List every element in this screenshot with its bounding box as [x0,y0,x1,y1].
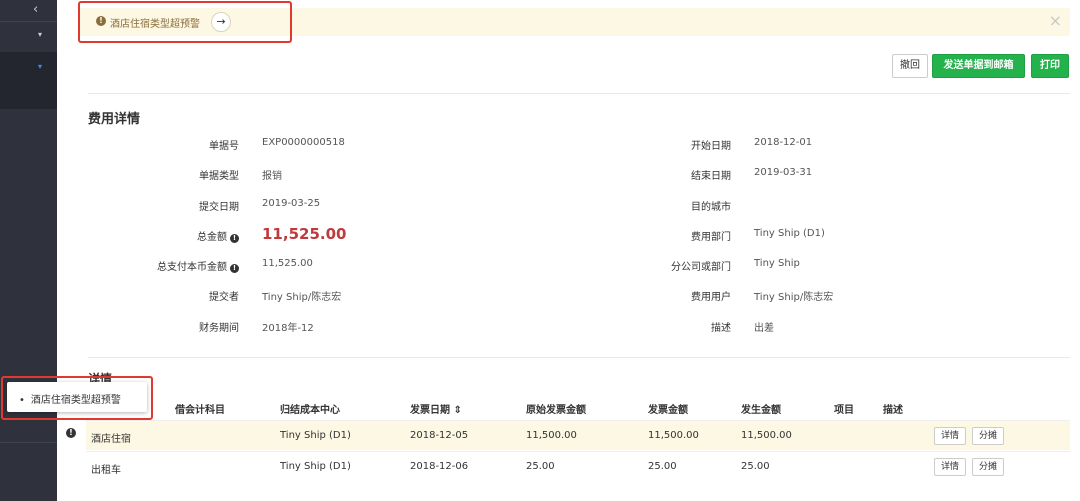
sidebar-collapse-toggle[interactable]: ‹ [0,0,57,20]
sidebar: ‹ ▾ ▾ [0,0,57,501]
close-icon[interactable]: × [1049,11,1062,30]
cell-original-amount: 25.00 [526,461,555,472]
divider [88,93,1070,94]
caret-down-icon: ▾ [38,62,43,71]
field-label-expense-user: 费用用户 [691,292,731,303]
cell-original-amount: 11,500.00 [526,430,577,441]
row-detail-button[interactable]: 详情 [934,427,966,445]
field-value-expense-dept: Tiny Ship (D1) [754,228,825,239]
cell-cost-center: Tiny Ship (D1) [280,430,351,441]
field-label-submitter: 提交者 [209,292,239,303]
field-value-total-local-amount: 11,525.00 [262,258,313,269]
column-header-account: 借会计科目 [175,405,225,416]
page-title: 费用详情 [88,112,141,127]
cell-account: 酒店住宿 [91,434,131,445]
column-header-original-amount: 原始发票金额 [526,405,586,416]
field-label-submit-date: 提交日期 [199,202,239,213]
cell-invoice-date: 2018-12-06 [410,461,469,472]
print-button[interactable]: 打印 [1031,54,1069,78]
field-label-destination-city: 目的城市 [691,202,731,213]
field-value-total-amount: 11,525.00 [262,225,347,243]
caret-down-icon: ▾ [38,30,43,39]
column-header-invoice-date[interactable]: 发票日期 ⇕ [410,401,462,416]
field-value-submit-date: 2019-03-25 [262,198,321,209]
field-value-submitter: Tiny Ship/陈志宏 [262,292,342,303]
field-value-doc-type: 报销 [262,171,282,182]
table-row: 出租车 Tiny Ship (D1) 2018-12-06 25.00 25.0… [86,451,1070,481]
warning-tooltip: 酒店住宿类型超预警 [7,382,147,412]
field-label-total-local-amount: 总支付本币金额! [157,258,239,273]
revoke-button[interactable]: 撤回 [892,54,928,78]
field-label-expense-dept: 费用部门 [691,232,731,243]
info-icon[interactable]: ! [230,264,239,273]
field-value-fiscal-period: 2018年-12 [262,323,314,334]
cell-amount: 11,500.00 [741,430,792,441]
field-value-end-date: 2019-03-31 [754,167,813,178]
field-value-start-date: 2018-12-01 [754,137,813,148]
row-split-button[interactable]: 分摊 [972,427,1004,445]
cell-invoice-amount: 25.00 [648,461,677,472]
chevron-left-icon: ‹ [33,2,39,17]
cell-invoice-amount: 11,500.00 [648,430,699,441]
send-to-email-button[interactable]: 发送单据到邮箱 [932,54,1025,78]
column-header-cost-center: 归结成本中心 [280,405,340,416]
field-label-doc-type: 单据类型 [199,171,239,182]
highlight-frame [78,1,292,43]
field-label-total-amount: 总金额! [197,228,239,243]
field-value-expense-user: Tiny Ship/陈志宏 [754,292,834,303]
field-label-branch: 分公司或部门 [671,262,731,273]
cell-invoice-date: 2018-12-05 [410,430,469,441]
field-value-branch: Tiny Ship [754,258,800,269]
field-value-doc-number: EXP0000000518 [262,137,345,148]
row-detail-button[interactable]: 详情 [934,458,966,476]
cell-cost-center: Tiny Ship (D1) [280,461,351,472]
cell-account: 出租车 [91,465,121,476]
column-header-project: 项目 [834,405,854,416]
field-label-doc-number: 单据号 [209,141,239,152]
warning-icon[interactable]: ! [66,428,76,438]
column-header-invoice-amount: 发票金额 [648,405,688,416]
column-header-description: 描述 [883,405,903,416]
field-label-fiscal-period: 财务期间 [199,323,239,334]
info-icon[interactable]: ! [230,234,239,243]
sidebar-menu-item[interactable] [0,442,57,501]
row-split-button[interactable]: 分摊 [972,458,1004,476]
sidebar-menu-item-active[interactable]: ▾ [0,52,57,109]
column-header-amount: 发生金额 [741,405,781,416]
table-row: 酒店住宿 Tiny Ship (D1) 2018-12-05 11,500.00… [86,420,1070,450]
divider [88,357,1070,358]
warning-tooltip-frame: 酒店住宿类型超预警 [1,376,153,420]
field-value-description: 出差 [754,323,774,334]
cell-amount: 25.00 [741,461,770,472]
tooltip-message: 酒店住宿类型超预警 [19,391,121,406]
field-label-start-date: 开始日期 [691,141,731,152]
field-label-description: 描述 [711,323,731,334]
sidebar-menu-item[interactable]: ▾ [0,21,57,51]
field-label-end-date: 结束日期 [691,171,731,182]
